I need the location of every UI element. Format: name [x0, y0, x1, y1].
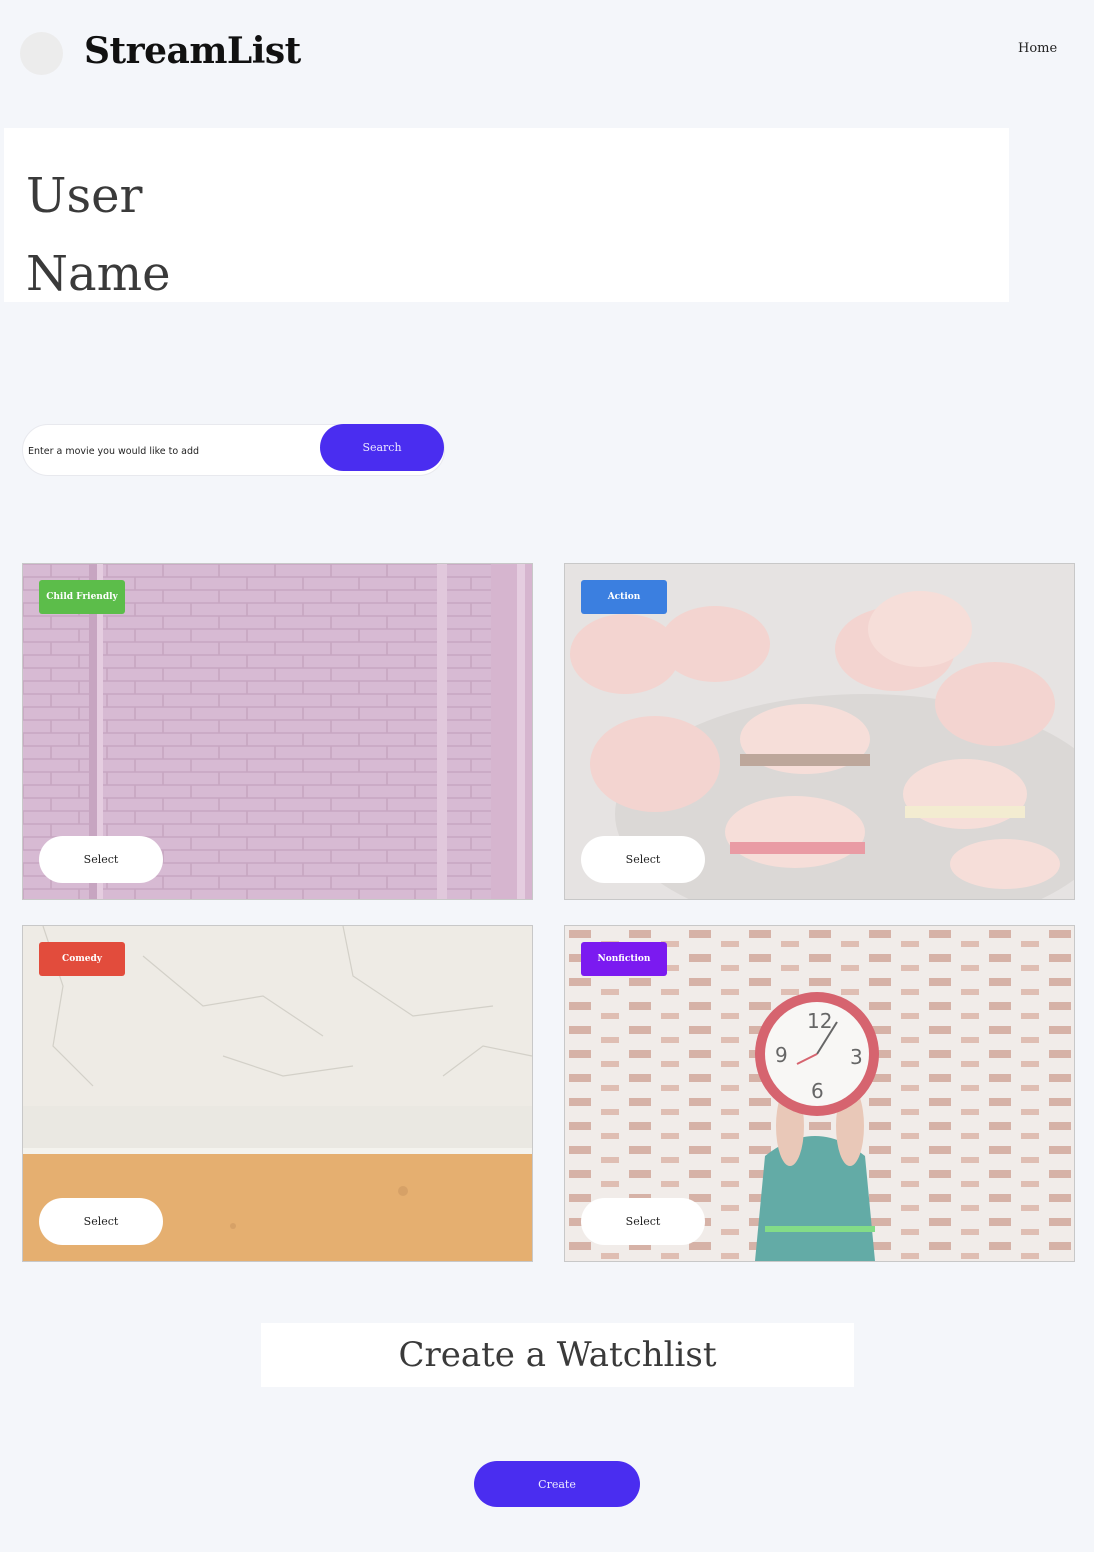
movie-card-child-friendly: Child Friendly Select — [22, 563, 533, 900]
select-button[interactable]: Select — [581, 1198, 705, 1245]
tag-badge: Child Friendly — [39, 580, 125, 614]
select-button[interactable]: Select — [581, 836, 705, 883]
profile-name-line-2: Name — [26, 246, 171, 302]
brand-title: StreamList — [84, 30, 301, 72]
search-button[interactable]: Search — [320, 424, 444, 471]
movie-card-comedy: Comedy Select — [22, 925, 533, 1262]
tag-badge: Nonfiction — [581, 942, 667, 976]
select-button[interactable]: Select — [39, 836, 163, 883]
search-input[interactable] — [26, 437, 320, 465]
avatar — [20, 32, 63, 75]
create-watchlist-button[interactable]: Create — [474, 1461, 640, 1507]
search-bar: Search — [22, 424, 445, 476]
nav-home-link[interactable]: Home — [1018, 41, 1057, 56]
movie-card-nonfiction: 12 9 3 6 Nonfiction Select — [564, 925, 1075, 1262]
watchlist-heading: Create a Watchlist — [261, 1323, 854, 1387]
tag-badge: Comedy — [39, 942, 125, 976]
profile-name-card: User Name — [4, 128, 1009, 302]
profile-name-line-1: User — [26, 168, 143, 224]
movie-card-action: Action Select — [564, 563, 1075, 900]
select-button[interactable]: Select — [39, 1198, 163, 1245]
tag-badge: Action — [581, 580, 667, 614]
